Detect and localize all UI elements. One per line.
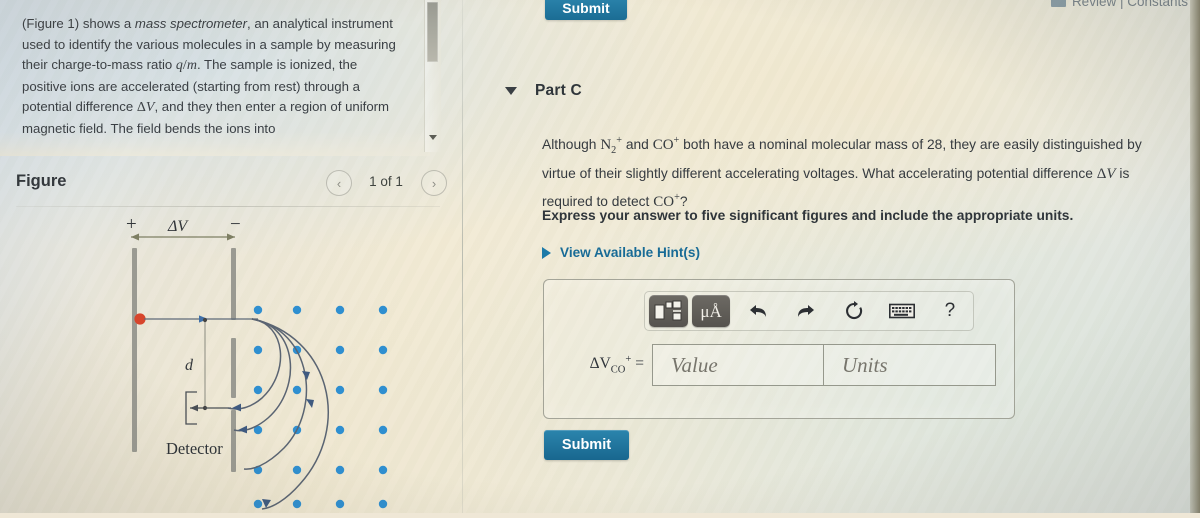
negative-plate-lower bbox=[231, 410, 236, 472]
review-constants-label: Review | Constants bbox=[1071, 0, 1188, 9]
trajectory-arrowheads bbox=[232, 371, 314, 508]
problem-line-1: (Figure 1) shows a mass spectrometer, an… bbox=[22, 16, 396, 136]
detector-label: Detector bbox=[166, 439, 223, 458]
figure-panel: (Figure 1) shows a mass spectrometer, an… bbox=[0, 0, 462, 513]
figure-title: Figure bbox=[16, 172, 67, 190]
top-submit-button[interactable]: Submit bbox=[545, 0, 627, 20]
figure-divider bbox=[16, 206, 440, 207]
caret-down-icon[interactable] bbox=[505, 87, 517, 95]
negative-plate-upper bbox=[231, 248, 236, 320]
chevron-right-icon: › bbox=[431, 175, 437, 191]
negative-plate-mid bbox=[231, 338, 236, 398]
minus-label: − bbox=[230, 214, 241, 235]
mass-spectrometer-diagram: d Detector + − ΔV bbox=[0, 212, 455, 513]
panel-divider bbox=[462, 0, 463, 513]
part-title: Part C bbox=[535, 82, 582, 99]
diagram-svg: d Detector + − ΔV bbox=[126, 214, 388, 510]
figure-header: Figure ‹ 1 of 1 › bbox=[0, 164, 447, 208]
ion-trajectories bbox=[227, 318, 329, 510]
chevron-left-icon: ‹ bbox=[336, 175, 342, 191]
delta-v-label: ΔV bbox=[167, 218, 189, 235]
question-panel: Submit Review | Constants Part C bbox=[463, 0, 1200, 513]
problem-scrollbar-thumb[interactable] bbox=[427, 2, 438, 62]
scroll-down-arrow-icon[interactable] bbox=[427, 130, 439, 142]
problem-statement: (Figure 1) shows a mass spectrometer, an… bbox=[22, 14, 402, 140]
detector-indicator bbox=[185, 391, 231, 425]
plus-label: + bbox=[126, 214, 137, 235]
figure-next-button[interactable]: › bbox=[421, 170, 447, 196]
d-label: d bbox=[185, 357, 194, 374]
positive-plate bbox=[132, 248, 137, 452]
figure-prev-button[interactable]: ‹ bbox=[326, 170, 352, 196]
book-icon bbox=[1050, 0, 1066, 7]
magnetic-field-dots bbox=[253, 305, 388, 509]
figure-page-indicator: 1 of 1 bbox=[369, 174, 403, 189]
screen-edge-shadow bbox=[1190, 0, 1200, 513]
part-header[interactable]: Part C bbox=[505, 82, 582, 100]
ion-source-dot bbox=[134, 313, 146, 325]
review-constants-link[interactable]: Review | Constants bbox=[1050, 0, 1188, 9]
